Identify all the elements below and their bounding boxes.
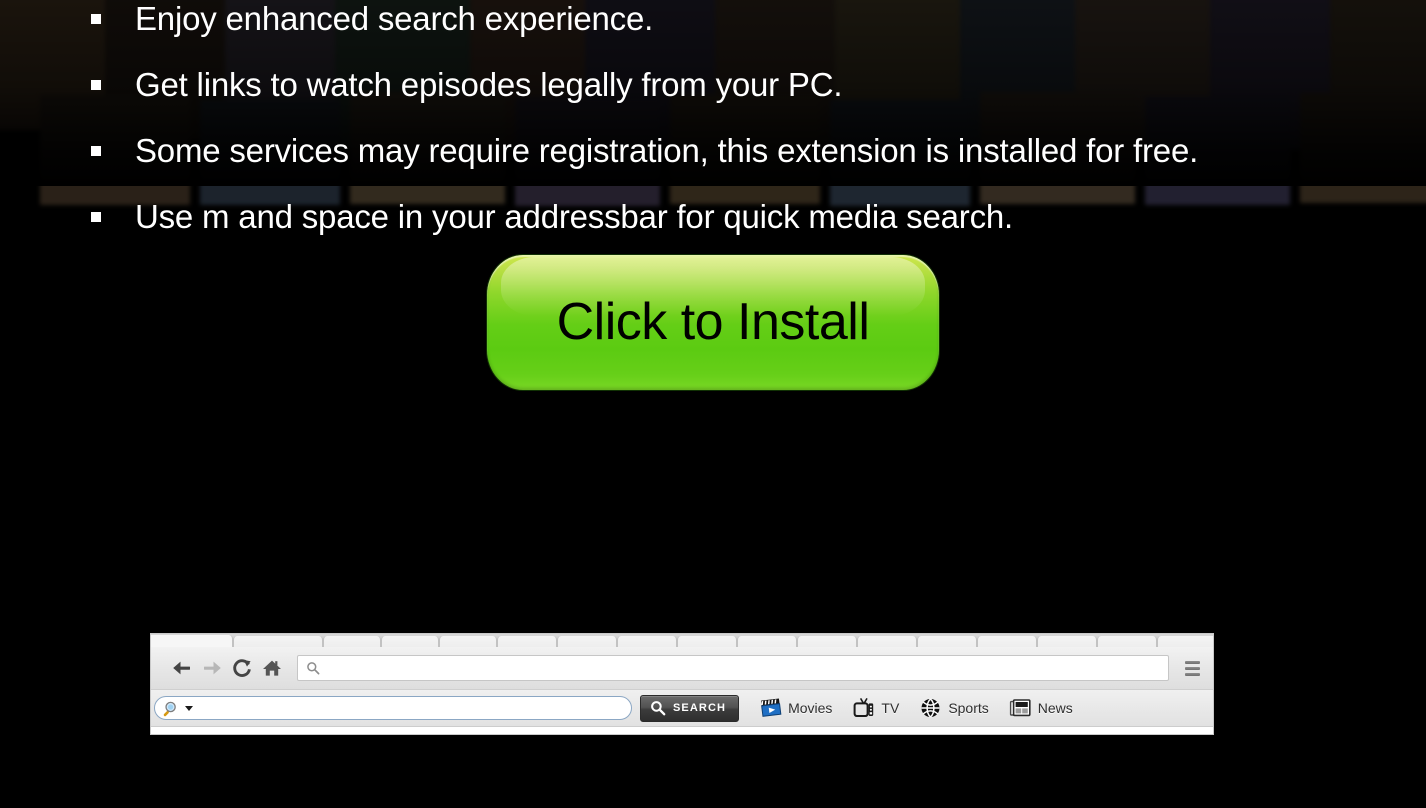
browser-tab[interactable] [737,636,797,647]
search-button-label: SEARCH [673,702,727,714]
browser-navigation-bar [151,647,1213,690]
magnifier-icon [163,701,176,716]
home-icon [263,660,281,676]
browser-page-area [151,727,1213,733]
browser-tab[interactable] [797,636,857,647]
television-icon [854,697,874,718]
url-bar[interactable] [297,655,1169,681]
arrow-left-icon [173,661,190,675]
basketball-icon [921,698,940,718]
bullet-square-icon [91,212,101,222]
bullet-text: Enjoy enhanced search experience. [135,0,654,37]
category-label: Movies [788,700,833,716]
browser-mockup: SEARCH Movies TV Sports News [151,634,1213,734]
forward-button[interactable] [197,653,227,683]
reload-button[interactable] [227,653,257,683]
category-label: TV [881,700,900,716]
extension-toolbar: SEARCH Movies TV Sports News [151,690,1213,727]
category-label: News [1037,700,1073,716]
browser-tab[interactable] [617,636,677,647]
list-item: Some services may require registration, … [0,118,1426,184]
install-button-container: Click to Install [0,255,1426,390]
feature-bullet-list: Enjoy enhanced search experience. Get li… [0,0,1426,250]
caret-down-icon[interactable] [185,705,193,711]
newspaper-icon [1009,699,1031,717]
browser-menu-button[interactable] [1179,654,1205,682]
browser-tab[interactable] [323,636,381,647]
list-item: Enjoy enhanced search experience. [0,0,1426,52]
arrow-right-icon [204,661,221,675]
browser-tab[interactable] [151,635,233,647]
browser-tab-strip [151,634,1213,647]
browser-tab[interactable] [857,636,917,647]
category-movies[interactable]: Movies [759,697,832,719]
home-button[interactable] [257,653,287,683]
browser-tab[interactable] [381,636,439,647]
search-icon [307,662,320,675]
bullet-text: Some services may require registration, … [135,132,1199,169]
browser-tab[interactable] [917,636,977,647]
bullet-text: Get links to watch episodes legally from… [135,66,843,103]
bullet-text: Use m and space in your addressbar for q… [135,198,1013,235]
search-icon [651,701,666,716]
page-root: Enjoy enhanced search experience. Get li… [0,0,1426,808]
hamburger-menu-icon [1184,672,1200,676]
category-label: Sports [948,700,989,716]
browser-tab[interactable] [1157,636,1213,647]
click-to-install-button[interactable]: Click to Install [487,255,939,390]
bullet-square-icon [91,80,101,90]
browser-tab[interactable] [557,636,617,647]
clapperboard-icon [761,698,782,717]
bullet-square-icon [91,14,101,24]
reload-icon [233,659,251,677]
category-news[interactable]: News [1009,697,1073,719]
bullet-square-icon [91,146,101,156]
browser-tab[interactable] [439,636,497,647]
browser-tab[interactable] [233,636,323,647]
extension-search-input[interactable] [193,697,631,719]
browser-tab[interactable] [977,636,1037,647]
hamburger-menu-icon [1184,666,1200,670]
category-tv[interactable]: TV [852,697,899,719]
category-sports[interactable]: Sports [919,697,989,719]
extension-search-box[interactable] [154,696,632,720]
browser-tab[interactable] [497,636,557,647]
hamburger-menu-icon [1184,660,1200,664]
browser-tab[interactable] [1097,636,1157,647]
list-item: Get links to watch episodes legally from… [0,52,1426,118]
browser-tab[interactable] [1037,636,1097,647]
list-item: Use m and space in your addressbar for q… [0,184,1426,250]
url-input[interactable] [320,656,1168,680]
install-button-label: Click to Install [556,293,870,351]
search-button[interactable]: SEARCH [640,694,740,722]
back-button[interactable] [167,653,197,683]
browser-tab[interactable] [677,636,737,647]
